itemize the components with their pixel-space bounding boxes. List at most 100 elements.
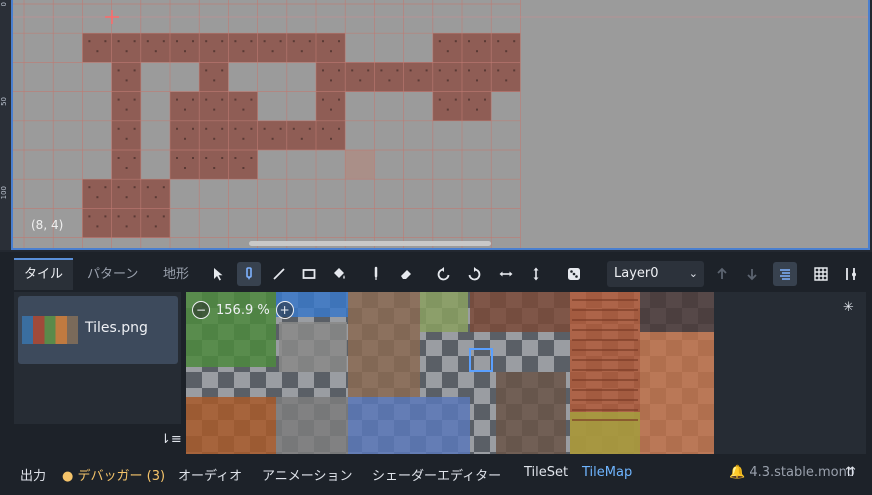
tile-speck	[425, 69, 428, 72]
atlas-zoom-controls: − 156.9 % +	[192, 299, 294, 321]
rect-tool-icon[interactable]	[297, 262, 321, 286]
tile-speck	[396, 69, 399, 72]
highlight-layer-icon[interactable]	[773, 262, 797, 286]
tab-tilemap[interactable]: TileMap	[582, 465, 632, 480]
ruler-label: 0	[0, 2, 8, 7]
tile-speck	[234, 157, 237, 159]
painted-tile	[257, 33, 287, 63]
tile-speck	[146, 40, 149, 43]
horizontal-scrollbar[interactable]	[249, 241, 491, 246]
tile-speck	[446, 108, 449, 111]
bucket-fill-icon[interactable]	[327, 262, 351, 286]
tile-speck	[497, 40, 500, 43]
tab-terrains[interactable]: 地形	[153, 260, 199, 290]
paint-tool-icon[interactable]	[237, 262, 261, 286]
tab-tiles[interactable]: タイル	[14, 258, 74, 290]
atlas-tile-region	[348, 397, 420, 454]
rotate-right-icon[interactable]	[462, 262, 486, 286]
painted-tile	[199, 120, 229, 150]
tile-speck	[250, 98, 253, 101]
tile-speck	[242, 50, 245, 53]
flip-vertical-icon[interactable]	[524, 262, 548, 286]
tile-speck	[96, 225, 99, 228]
atlas-checker	[506, 340, 522, 356]
tab-output[interactable]: 出力	[20, 465, 46, 484]
flip-horizontal-icon[interactable]	[494, 262, 518, 286]
tile-speck	[192, 157, 194, 159]
atlas-tile-region	[470, 292, 570, 332]
tile-speck	[234, 127, 237, 130]
tile-speck	[271, 50, 274, 53]
center-view-icon[interactable]: ✳	[843, 300, 857, 315]
tile-speck	[468, 69, 470, 72]
painted-tile	[82, 33, 112, 63]
zoom-out-icon[interactable]: −	[192, 301, 210, 319]
tab-audio[interactable]: オーディオ	[178, 465, 242, 484]
tile-speck	[104, 40, 107, 43]
layer-select[interactable]: Layer0 ⌄	[607, 261, 704, 287]
atlas-checker	[234, 372, 250, 388]
tab-debugger[interactable]: ● デバッガー (3)	[62, 465, 165, 484]
tile-speck	[117, 215, 120, 218]
painted-tile	[170, 150, 200, 180]
tile-speck	[263, 40, 266, 43]
bottom-panel-bar: 出力 ● デバッガー (3) オーディオ アニメーション シェーダーエディター …	[0, 458, 872, 488]
tile-speck	[322, 98, 324, 101]
tile-speck	[351, 69, 354, 72]
atlas-checker	[474, 372, 490, 388]
tile-speck	[125, 137, 128, 140]
select-tool-icon[interactable]	[207, 262, 231, 286]
tileset-source-item[interactable]: Tiles.png	[18, 296, 178, 364]
atlas-checker	[522, 340, 538, 356]
atlas-side-panel	[714, 292, 866, 454]
tile-speck	[338, 98, 340, 101]
line-tool-icon[interactable]	[267, 262, 291, 286]
tile-speck	[88, 215, 91, 218]
painted-tile	[316, 91, 346, 121]
tile-speck	[417, 79, 420, 82]
atlas-checker	[314, 372, 330, 388]
tab-tileset[interactable]: TileSet	[524, 465, 568, 480]
grid-toggle-icon[interactable]	[809, 262, 833, 286]
atlas-tile-region	[496, 372, 566, 454]
tile-speck	[125, 196, 128, 199]
tab-patterns[interactable]: パターン	[77, 260, 148, 290]
tile-speck	[125, 225, 128, 228]
eraser-tool-icon[interactable]	[394, 262, 418, 286]
tilemap-canvas[interactable]: (8, 4)	[11, 0, 870, 250]
tile-speck	[234, 98, 237, 101]
tile-grid[interactable]	[13, 0, 870, 250]
zoom-in-icon[interactable]: +	[275, 301, 294, 319]
tile-speck	[192, 127, 194, 130]
picker-tool-icon[interactable]	[364, 262, 388, 286]
tools-settings-icon[interactable]	[839, 262, 863, 286]
tile-speck	[104, 186, 107, 189]
tab-shader-editor[interactable]: シェーダーエディター	[372, 465, 501, 484]
tab-animation[interactable]: アニメーション	[262, 465, 352, 484]
layer-down-icon[interactable]	[740, 262, 764, 286]
layer-up-icon[interactable]	[710, 262, 734, 286]
painted-tile	[491, 62, 521, 92]
painted-tile	[374, 62, 404, 92]
layer-select-value: Layer0	[614, 266, 659, 281]
atlas-checker	[474, 356, 490, 372]
tile-speck	[88, 40, 91, 43]
tile-speck	[221, 127, 224, 130]
painted-tile	[316, 120, 346, 150]
atlas-checker	[458, 356, 474, 372]
expand-panel-icon[interactable]: ⇈	[845, 465, 856, 480]
tile-speck	[162, 40, 165, 43]
tile-speck	[88, 186, 91, 189]
sort-icon[interactable]: ⇂≡	[160, 432, 182, 450]
painted-tile	[199, 91, 229, 121]
tile-speck	[271, 137, 274, 140]
tile-speck	[497, 69, 500, 72]
tilemap-viewport[interactable]: 0 50 100 (8, 4)	[0, 0, 872, 252]
tile-speck	[205, 40, 208, 43]
rotate-left-icon[interactable]	[432, 262, 456, 286]
random-tile-icon[interactable]	[562, 262, 586, 286]
tile-speck	[117, 127, 120, 130]
painted-tile	[82, 208, 112, 238]
tile-speck	[184, 167, 186, 169]
tile-speck	[292, 127, 295, 130]
